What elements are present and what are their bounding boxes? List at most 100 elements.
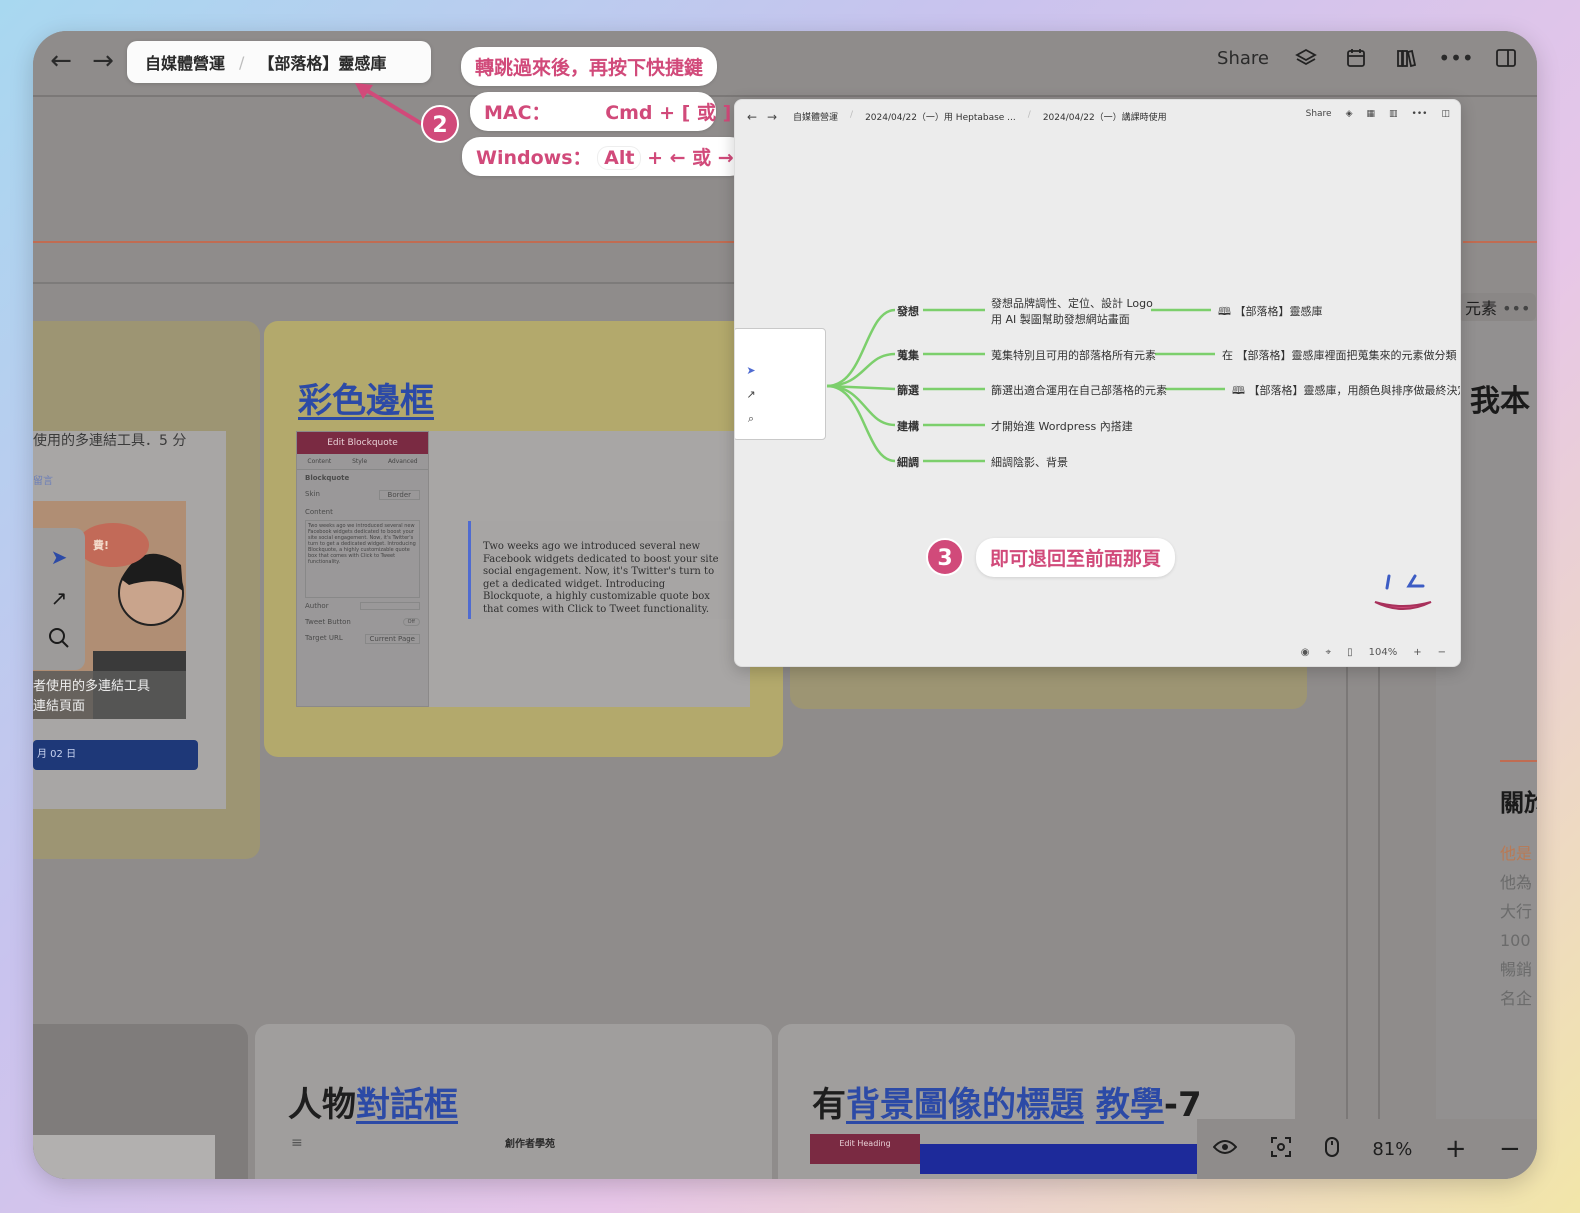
zoom-out-icon[interactable]: − bbox=[1499, 1134, 1521, 1164]
right-heading: 關於 bbox=[1500, 789, 1537, 817]
callout-after-jump: 轉跳過來後，再按下快捷鍵 bbox=[461, 47, 718, 86]
zoom-level[interactable]: 81% bbox=[1372, 1139, 1412, 1160]
mindmap-node-5[interactable]: 細調陰影、背景 bbox=[991, 454, 1068, 470]
link-tool-date-bar: 月 02 日 bbox=[33, 740, 198, 770]
tweet-toggle[interactable]: Off bbox=[402, 618, 420, 626]
preview-zoom-level: 104% bbox=[1368, 647, 1398, 658]
mindmap-branch-3[interactable]: 篩選 bbox=[897, 382, 919, 398]
preview-zoom-in-icon[interactable]: + bbox=[1413, 647, 1421, 658]
library-icon[interactable] bbox=[1393, 45, 1419, 71]
mindmap-branch-5[interactable]: 細調 bbox=[897, 454, 919, 470]
bg-elementor-header: Edit Heading bbox=[810, 1134, 920, 1164]
smiley-doodle-icon bbox=[1374, 574, 1432, 610]
target-row: Target URL Current Page bbox=[297, 630, 428, 648]
preview-mouse-icon[interactable]: ▯ bbox=[1347, 647, 1353, 658]
focus-icon[interactable] bbox=[1270, 1136, 1292, 1163]
right-line-4: 100 1 bbox=[1500, 931, 1537, 950]
mindmap-link-1[interactable]: 🕮 【部落格】靈感庫 bbox=[1218, 303, 1322, 322]
elementor-tab-style[interactable]: Style bbox=[352, 458, 367, 465]
bg-image-title: 有背景圖像的標題 教學-7 bbox=[812, 1085, 1202, 1125]
right-line-5: 暢銷 bbox=[1500, 960, 1533, 979]
menu-icon[interactable]: ≡ bbox=[291, 1135, 303, 1151]
vertical-divider-2 bbox=[1378, 667, 1380, 1179]
preview-zoom-out-icon[interactable]: − bbox=[1438, 647, 1446, 658]
search-icon[interactable] bbox=[48, 627, 70, 654]
breadcrumb-separator: / bbox=[239, 52, 245, 72]
elementor-skin-row: Skin Border bbox=[297, 486, 428, 504]
divider-orange bbox=[33, 241, 738, 243]
arrow-connector-icon[interactable]: ↗ bbox=[51, 586, 68, 610]
target-label: Target URL bbox=[305, 634, 343, 642]
preview-eye-icon[interactable]: ◉ bbox=[1301, 647, 1310, 658]
elementor-section: Blockquote bbox=[305, 474, 350, 482]
forward-arrow-icon[interactable]: → bbox=[87, 46, 119, 78]
dialog-box-title: 人物對話框 bbox=[288, 1085, 458, 1125]
layers-icon[interactable] bbox=[1293, 45, 1319, 71]
callout-mac: MAC： Cmd + [ 或 ] bbox=[470, 92, 731, 131]
more-icon[interactable]: ••• bbox=[1438, 45, 1473, 71]
step-badge-3: 3 bbox=[926, 538, 964, 576]
zoom-in-icon[interactable]: + bbox=[1445, 1134, 1467, 1164]
canvas-tool-palette: ➤ ↗ bbox=[33, 528, 85, 670]
link-tool-caption: 使用的多連結工具．5 分 bbox=[33, 433, 187, 449]
divider-gray bbox=[33, 282, 738, 284]
windows-keys: + ← 或 → bbox=[647, 147, 734, 169]
mindmap-node-3[interactable]: 篩選出適合運用在自己部落格的元素 bbox=[991, 382, 1167, 398]
vertical-divider bbox=[1346, 667, 1348, 1179]
preview-focus-icon[interactable]: ⌖ bbox=[1325, 647, 1331, 658]
tweet-row: Tweet Button Off bbox=[297, 614, 428, 630]
mindmap-node-4[interactable]: 才開始進 Wordpress 內搭建 bbox=[991, 418, 1133, 434]
divider-orange-right bbox=[1463, 241, 1537, 243]
select-pointer-icon[interactable]: ➤ bbox=[51, 545, 68, 569]
skin-select[interactable]: Border bbox=[378, 490, 420, 500]
dialog-logo: 創作者學苑 bbox=[505, 1139, 555, 1150]
blockquote-sample: Two weeks ago we introduced several new … bbox=[468, 521, 738, 619]
elementor-tabs: Content Style Advanced bbox=[297, 454, 428, 470]
right-text-block: 他是 他為 大行 100 1 暢銷 名企 bbox=[1500, 839, 1537, 1013]
calendar-icon[interactable] bbox=[1343, 45, 1369, 71]
top-bar: ← → 自媒體營運 / 【部落格】靈感庫 Share ••• bbox=[33, 31, 1537, 97]
element-chip[interactable]: 元素 ••• bbox=[1459, 293, 1537, 321]
step-badge-2: 2 bbox=[421, 105, 459, 143]
breadcrumb-item-workspace[interactable]: 自媒體營運 bbox=[145, 50, 225, 74]
chip-more-icon: ••• bbox=[1502, 299, 1531, 318]
target-select[interactable]: Current Page bbox=[364, 634, 420, 644]
mindmap-node-1a[interactable]: 發想品牌調性、定位、設計 Logo bbox=[991, 295, 1153, 311]
mindmap-link-3[interactable]: 🕮 【部落格】靈感庫，用顏色與排序做最終決定 bbox=[1232, 382, 1460, 401]
mindmap-link-2[interactable]: 在 【部落格】靈感庫裡面把蒐集來的元素做分類 bbox=[1222, 347, 1457, 363]
breadcrumb-item-current[interactable]: 【部落格】靈感庫 bbox=[258, 50, 386, 74]
link-tool-tag: 留言 bbox=[33, 476, 53, 487]
content-textarea[interactable]: Two weeks ago we introduced several new … bbox=[305, 520, 420, 598]
elementor-panel: Edit Blockquote Content Style Advanced B… bbox=[296, 431, 429, 707]
callout-go-back: 即可退回至前面那頁 bbox=[976, 538, 1176, 577]
author-row: Author bbox=[297, 598, 428, 614]
mindmap-node-2[interactable]: 蒐集特別且可用的部落格所有元素 bbox=[991, 347, 1156, 363]
top-right-toolbar: Share ••• bbox=[1217, 45, 1519, 71]
mouse-icon[interactable] bbox=[1324, 1136, 1340, 1163]
elementor-tab-content[interactable]: Content bbox=[307, 458, 331, 465]
eye-icon[interactable] bbox=[1212, 1139, 1238, 1160]
elementor-header: Edit Blockquote bbox=[297, 432, 428, 454]
previous-page-preview[interactable]: ← → 自媒體營運 / 2024/04/22（一）用 Heptabase ...… bbox=[734, 99, 1461, 667]
right-title: 我本 bbox=[1470, 384, 1530, 419]
mindmap-branch-1[interactable]: 發想 bbox=[897, 303, 919, 319]
right-line-1: 他是 bbox=[1500, 844, 1533, 863]
image-caption-2: 連結頁面 bbox=[33, 699, 86, 714]
windows-label: Windows： bbox=[476, 147, 592, 169]
right-line-6: 名企 bbox=[1500, 989, 1533, 1008]
speech-bubble-text: 費! bbox=[93, 539, 110, 552]
back-arrow-icon[interactable]: ← bbox=[45, 46, 77, 78]
mindmap-branch-4[interactable]: 建構 bbox=[897, 418, 919, 434]
mac-label: MAC： bbox=[484, 102, 551, 124]
mac-keys: Cmd + [ 或 ] bbox=[605, 102, 732, 124]
mindmap-branch-2[interactable]: 蒐集 bbox=[897, 347, 919, 363]
sidebar-icon[interactable] bbox=[1493, 45, 1519, 71]
author-input[interactable] bbox=[360, 602, 420, 610]
share-button[interactable]: Share bbox=[1217, 48, 1269, 69]
elementor-tab-advanced[interactable]: Advanced bbox=[388, 458, 418, 465]
image-caption-1: 者使用的多連結工具 bbox=[33, 679, 151, 694]
right-line-3: 大行 bbox=[1500, 902, 1533, 921]
mindmap-node-1b[interactable]: 用 AI 製圖幫助發想網站畫面 bbox=[991, 311, 1130, 327]
content-label: Content bbox=[305, 508, 333, 516]
author-label: Author bbox=[305, 602, 329, 610]
